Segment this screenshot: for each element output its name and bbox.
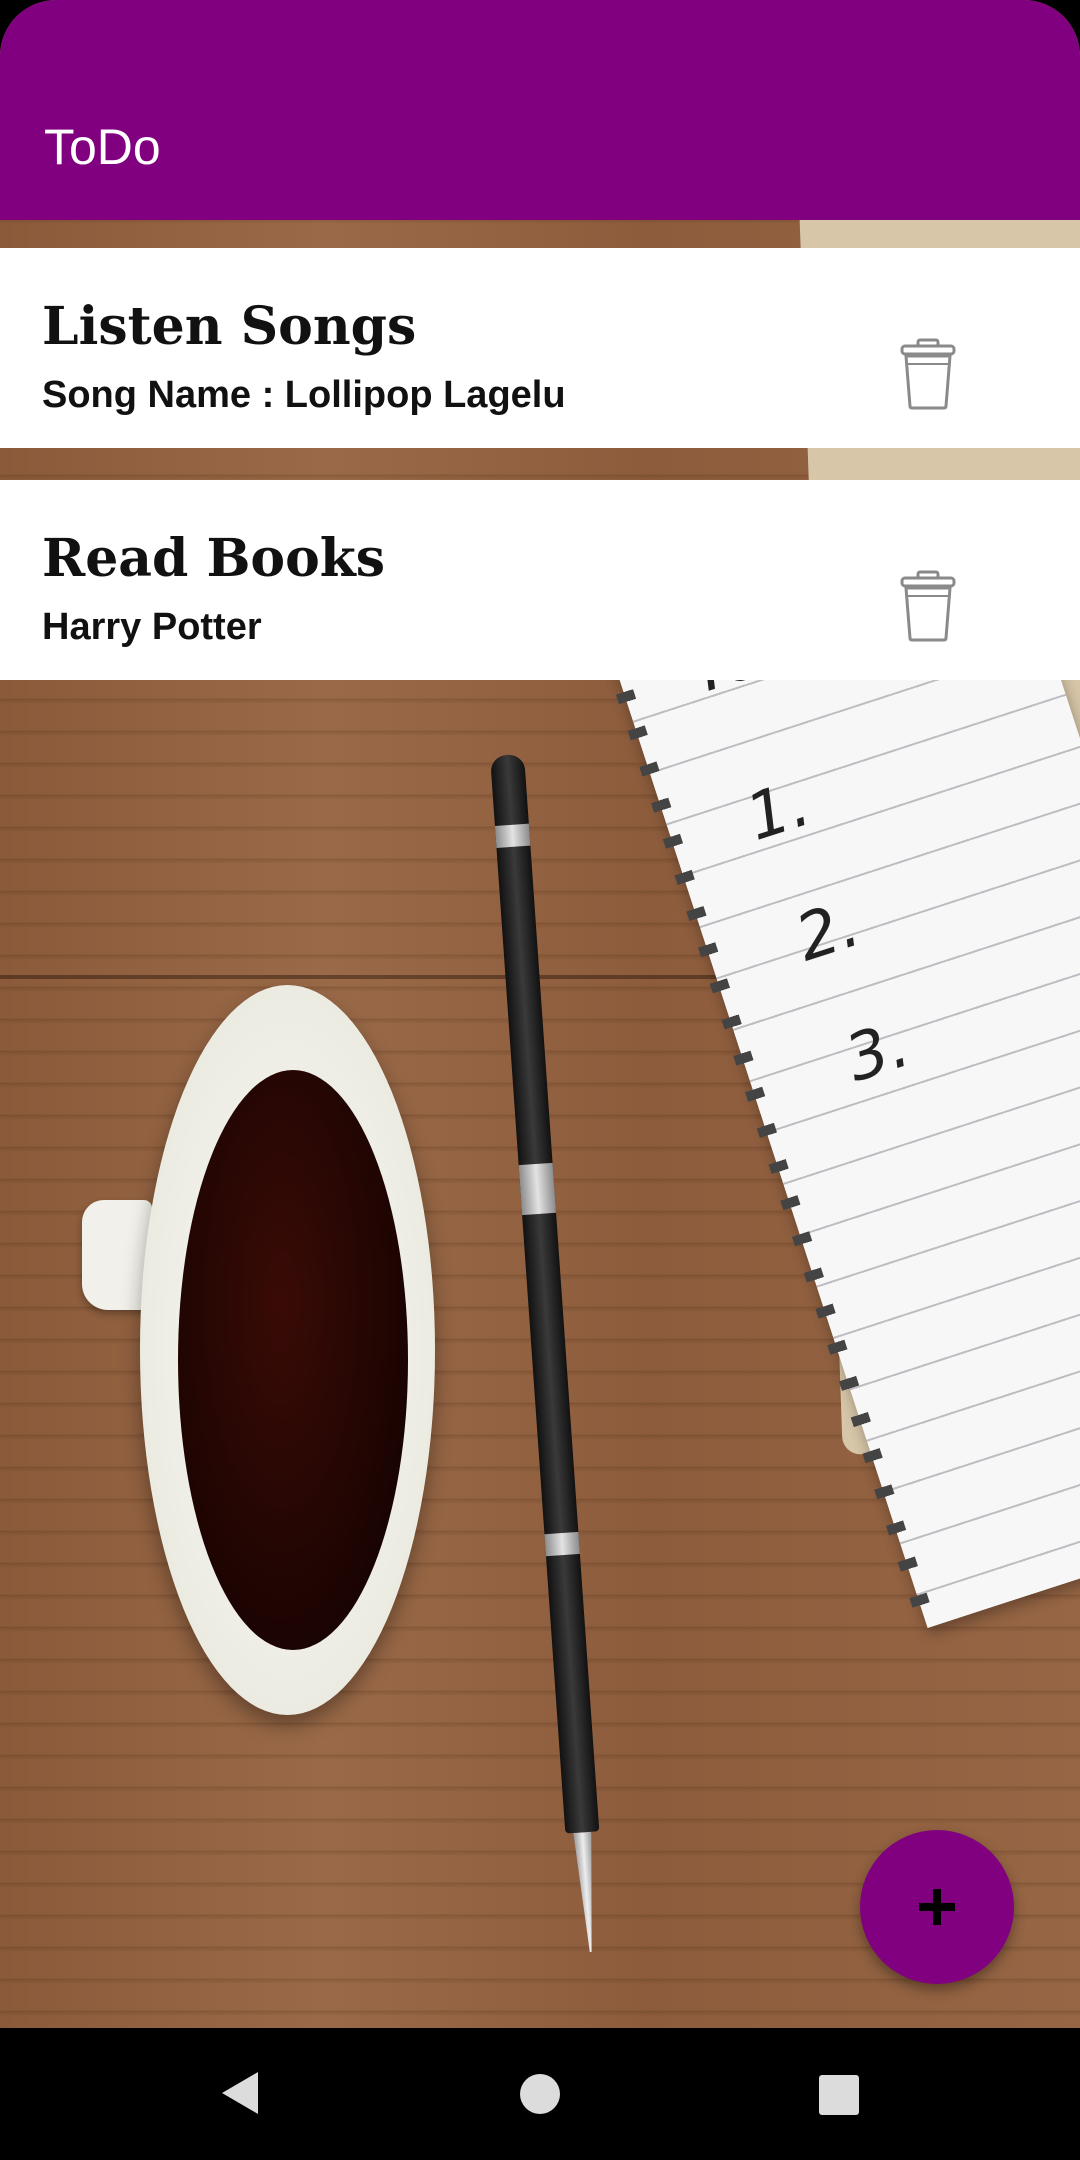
task-subtitle: Song Name : Lollipop Lagelu	[42, 374, 566, 416]
recents-icon[interactable]	[818, 2074, 860, 2116]
add-task-button[interactable]	[860, 1830, 1014, 1984]
task-title: Listen Songs	[42, 296, 417, 357]
notebook-item: 1.	[737, 766, 819, 856]
trash-icon[interactable]	[896, 570, 960, 642]
app-title: ToDo	[44, 119, 161, 175]
back-icon[interactable]	[218, 2068, 262, 2118]
system-nav-bar	[0, 2028, 1080, 2160]
pen-band	[494, 823, 531, 848]
screen: To Do 1. 2. 3. ToDo Listen Songs Song Na…	[0, 0, 1080, 2028]
pen-band	[544, 1531, 580, 1557]
task-title: Read Books	[42, 528, 386, 589]
task-card[interactable]: Listen Songs Song Name : Lollipop Lagelu	[0, 248, 1080, 448]
plus-icon	[919, 1889, 955, 1925]
notebook-item: 3.	[837, 1007, 919, 1097]
task-subtitle: Harry Potter	[42, 606, 262, 648]
pen-band	[518, 1162, 557, 1216]
home-icon[interactable]	[518, 2072, 562, 2116]
task-card[interactable]: Read Books Harry Potter	[0, 480, 1080, 680]
notebook-item: 2.	[787, 887, 869, 977]
trash-icon[interactable]	[896, 338, 960, 410]
app-bar: ToDo	[0, 0, 1080, 220]
coffee	[178, 1070, 408, 1650]
